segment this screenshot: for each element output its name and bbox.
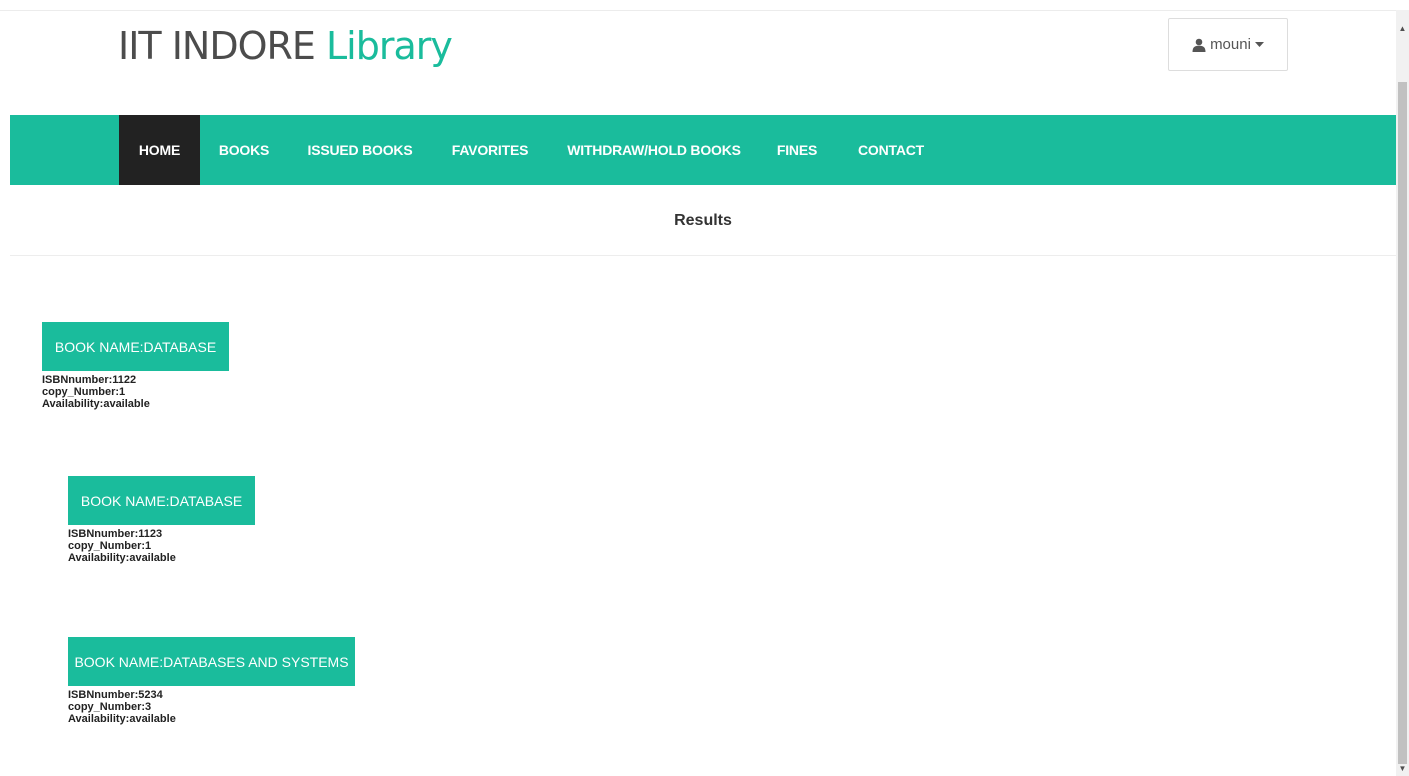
nav-withdraw-hold-books[interactable]: WITHDRAW/HOLD BOOKS: [560, 115, 748, 185]
book-isbn: ISBNnumber:1123: [68, 528, 163, 540]
scroll-down-arrow-icon[interactable]: ▼: [1396, 762, 1409, 775]
scroll-up-arrow-icon[interactable]: ▲: [1396, 22, 1409, 35]
book-isbn: ISBNnumber:1122: [42, 374, 137, 386]
book-availability: Availability:available: [68, 713, 176, 725]
nav-favorites[interactable]: FAVORITES: [442, 115, 538, 185]
book-result: BOOK NAME:DATABASES AND SYSTEMS ISBNnumb…: [68, 637, 355, 725]
results-heading: Results: [10, 186, 1396, 256]
book-result: BOOK NAME:DATABASE ISBNnumber:1122 copy_…: [42, 322, 229, 410]
book-isbn: ISBNnumber:5234: [68, 689, 163, 701]
brand-name: IIT INDORE: [118, 24, 316, 68]
nav-home[interactable]: HOME: [119, 115, 200, 185]
book-name-button[interactable]: BOOK NAME:DATABASE: [68, 476, 255, 525]
user-name: mouni: [1210, 36, 1251, 53]
nav-contact[interactable]: CONTACT: [848, 115, 934, 185]
brand-library: Library: [326, 24, 453, 68]
book-copy-number: copy_Number:3: [68, 701, 152, 713]
user-icon: [1192, 38, 1206, 52]
book-details: ISBNnumber:1123 copy_Number:1 Availabili…: [68, 528, 255, 564]
user-menu-button[interactable]: mouni: [1168, 18, 1288, 71]
site-brand[interactable]: IIT INDORE Library: [118, 18, 453, 74]
book-result: BOOK NAME:DATABASE ISBNnumber:1123 copy_…: [68, 476, 255, 564]
results-title: Results: [674, 211, 732, 229]
book-details: ISBNnumber:5234 copy_Number:3 Availabili…: [68, 689, 355, 725]
nav-issued-books[interactable]: ISSUED BOOKS: [300, 115, 420, 185]
page-scrollbar[interactable]: ▲ ▼: [1396, 10, 1409, 776]
caret-down-icon: [1254, 41, 1264, 48]
main-navbar: HOME BOOKS ISSUED BOOKS FAVORITES WITHDR…: [10, 115, 1396, 185]
book-availability: Availability:available: [68, 552, 176, 564]
book-availability: Availability:available: [42, 398, 150, 410]
browser-top-strip: [0, 0, 1396, 11]
book-name-button[interactable]: BOOK NAME:DATABASE: [42, 322, 229, 371]
nav-fines[interactable]: FINES: [770, 115, 824, 185]
scrollbar-thumb[interactable]: [1398, 82, 1407, 764]
book-copy-number: copy_Number:1: [42, 386, 126, 398]
book-copy-number: copy_Number:1: [68, 540, 152, 552]
nav-books[interactable]: BOOKS: [212, 115, 276, 185]
book-details: ISBNnumber:1122 copy_Number:1 Availabili…: [42, 374, 229, 410]
book-name-button[interactable]: BOOK NAME:DATABASES AND SYSTEMS: [68, 637, 355, 686]
